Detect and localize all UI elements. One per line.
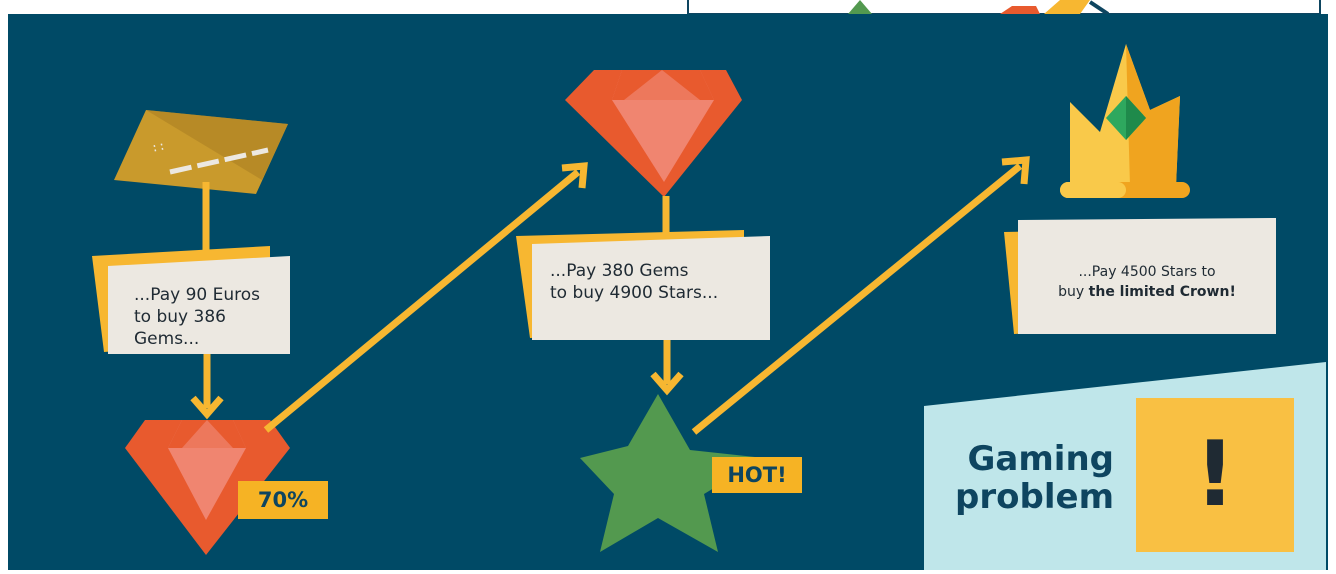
step3-line2: buy the limited Crown! xyxy=(1020,282,1274,302)
gem-badge-label: 70% xyxy=(257,488,309,512)
step2-text: ...Pay 380 Gems to buy 4900 Stars... xyxy=(550,260,766,304)
callout-line2: problem xyxy=(955,477,1114,517)
star-badge-label: HOT! xyxy=(727,463,787,487)
step1-line2: to buy 386 Gems... xyxy=(134,307,226,349)
gaming-problem-diagram: :: ...Pay 90 Euros to buy 386 Gems... ..… xyxy=(0,0,1336,570)
step2-line1: ...Pay 380 Gems xyxy=(550,261,689,281)
callout-line1: Gaming xyxy=(967,439,1114,479)
step3-line2-prefix: buy xyxy=(1058,284,1089,300)
step1-line1: ...Pay 90 Euros xyxy=(134,285,261,305)
step2-line2: to buy 4900 Stars... xyxy=(550,283,719,303)
step3-line1: ...Pay 4500 Stars to xyxy=(1078,264,1216,280)
step3-line2-bold: the limited Crown! xyxy=(1088,284,1236,300)
top-image-fragment xyxy=(687,0,1321,16)
exclamation-icon: ! xyxy=(1194,422,1236,527)
callout-title: Gaming problem xyxy=(944,440,1114,516)
step1-text: ...Pay 90 Euros to buy 386 Gems... xyxy=(134,284,284,350)
svg-text:::: :: xyxy=(150,138,167,155)
step3-text: ...Pay 4500 Stars to buy the limited Cro… xyxy=(1020,262,1274,302)
